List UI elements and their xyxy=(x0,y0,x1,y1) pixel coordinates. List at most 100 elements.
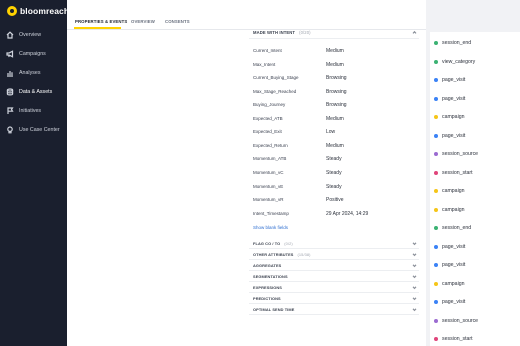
bloomreach-logo[interactable]: bloomreach xyxy=(7,6,69,16)
flag-icon xyxy=(6,106,14,115)
tab-properties-events[interactable]: PROPERTIES & EVENTS xyxy=(75,19,127,24)
list-item[interactable]: session_source xyxy=(430,145,520,163)
made-with-intent-header[interactable]: MADE WITH INTENT (0/20) xyxy=(249,27,419,39)
list-item[interactable]: view_category xyxy=(430,53,520,71)
list-item[interactable]: campaign xyxy=(430,108,520,126)
list-item[interactable]: session_end xyxy=(430,219,520,237)
attribute-row: Momentum_vR Positive xyxy=(253,193,413,206)
attribute-name: Current_Intent xyxy=(253,48,282,53)
chevron-down-icon xyxy=(412,307,417,312)
list-item[interactable]: campaign xyxy=(430,201,520,219)
sidebar-item-initiatives[interactable]: Initiatives xyxy=(0,101,67,120)
event-label: session_start xyxy=(442,336,473,342)
chevron-down-icon xyxy=(412,241,417,246)
attribute-row: Momentum_vC Steady xyxy=(253,166,413,179)
section-title: AGGREGATES xyxy=(253,262,282,268)
section-optimal-send-time[interactable]: OPTIMAL SEND TIME xyxy=(249,304,419,315)
list-item[interactable]: page_visit xyxy=(430,90,520,108)
attribute-value: Medium xyxy=(326,115,344,122)
list-item[interactable]: page_visit xyxy=(430,71,520,89)
sidebar-item-label: Overview xyxy=(19,31,42,38)
sidebar-item-campaigns[interactable]: Campaigns xyxy=(0,44,67,63)
attribute-value: 29 Apr 2024, 14:29 xyxy=(326,210,369,217)
properties-panel: MADE WITH INTENT (0/20) Current_Intent M… xyxy=(249,27,419,346)
section-count: (0/2) xyxy=(284,240,293,246)
attribute-name: Momentum_ATB xyxy=(253,156,287,161)
event-dot-icon xyxy=(434,171,438,175)
list-item[interactable]: page_visit xyxy=(430,238,520,256)
section-other-attributes[interactable]: OTHER ATTRIBUTES (15/38) xyxy=(249,249,419,260)
list-item[interactable]: session_end xyxy=(430,34,520,52)
attribute-name: Max_Stage_Reached xyxy=(253,89,297,94)
attribute-name: Buying_Journey xyxy=(253,102,286,107)
section-expressions[interactable]: EXPRESSIONS xyxy=(249,282,419,293)
list-item[interactable]: session_start xyxy=(430,330,520,346)
list-item[interactable]: session_source xyxy=(430,312,520,330)
event-dot-icon xyxy=(434,282,438,286)
section-title: PREDICTIONS xyxy=(253,295,281,301)
section-predictions[interactable]: PREDICTIONS xyxy=(249,293,419,304)
tab-consents[interactable]: CONSENTS xyxy=(165,19,190,24)
event-label: page_visit xyxy=(442,299,466,305)
attribute-row: Expected_Exit Low xyxy=(253,125,413,138)
section-segmentations[interactable]: SEGMENTATIONS xyxy=(249,271,419,282)
event-label: campaign xyxy=(442,281,465,287)
attribute-value: Positive xyxy=(326,196,344,203)
event-dot-icon xyxy=(434,263,438,267)
sidebar-item-label: Use Case Center xyxy=(19,126,60,133)
event-dot-icon xyxy=(434,134,438,138)
attribute-name: Momentum_vE xyxy=(253,184,284,189)
list-item[interactable]: page_visit xyxy=(430,127,520,145)
event-dot-icon xyxy=(434,208,438,212)
logo-text: bloomreach xyxy=(20,6,70,16)
database-icon xyxy=(6,87,14,96)
sidebar: bloomreach Overview Campaigns Analyses D… xyxy=(0,0,69,346)
attribute-row: Max_Intent Medium xyxy=(253,58,413,71)
chevron-down-icon xyxy=(412,252,417,257)
event-dot-icon xyxy=(434,300,438,304)
event-dot-icon xyxy=(434,226,438,230)
list-item[interactable]: page_visit xyxy=(430,293,520,311)
sidebar-item-data-assets[interactable]: Data & Assets xyxy=(0,82,67,101)
main-content: PROPERTIES & EVENTS OVERVIEW CONSENTS MA… xyxy=(67,0,426,346)
attribute-value: Browsing xyxy=(326,74,347,81)
attribute-name: Momentum_vC xyxy=(253,170,284,175)
section-count: (0/20) xyxy=(299,30,311,35)
event-label: session_source xyxy=(442,151,479,157)
attribute-name: Intent_Timestamp xyxy=(253,211,289,216)
sidebar-item-use-case-center[interactable]: Use Case Center xyxy=(0,120,67,139)
list-item[interactable]: session_start xyxy=(430,164,520,182)
sidebar-item-overview[interactable]: Overview xyxy=(0,25,67,44)
chart-icon xyxy=(6,69,14,77)
section-flag-co-to[interactable]: FLAG CO / TO (0/2) xyxy=(249,238,419,249)
event-label: view_category xyxy=(442,59,476,65)
sidebar-item-label: Analyses xyxy=(19,69,41,76)
event-label: session_end xyxy=(442,40,472,46)
event-label: campaign xyxy=(442,114,465,120)
event-dot-icon xyxy=(434,97,438,101)
section-title: OPTIMAL SEND TIME xyxy=(253,306,295,312)
chevron-down-icon xyxy=(412,263,417,268)
chevron-up-icon xyxy=(412,30,417,35)
event-label: campaign xyxy=(442,188,465,194)
attribute-value: Medium xyxy=(326,142,344,149)
attribute-value: Browsing xyxy=(326,101,347,108)
home-icon xyxy=(6,30,14,39)
logo-mark-icon xyxy=(7,6,17,16)
sidebar-item-analyses[interactable]: Analyses xyxy=(0,63,67,82)
event-dot-icon xyxy=(434,245,438,249)
attribute-row: Expected_Return Medium xyxy=(253,139,413,152)
list-item[interactable]: campaign xyxy=(430,275,520,293)
list-item[interactable]: campaign xyxy=(430,182,520,200)
sidebar-item-label: Initiatives xyxy=(19,107,42,114)
event-label: session_source xyxy=(442,318,479,324)
section-aggregates[interactable]: AGGREGATES xyxy=(249,260,419,271)
attribute-row: Current_Buying_Stage Browsing xyxy=(253,71,413,84)
list-item[interactable]: page_visit xyxy=(430,256,520,274)
attribute-value: Medium xyxy=(326,61,344,68)
chevron-down-icon xyxy=(412,285,417,290)
event-label: session_end xyxy=(442,225,472,231)
tab-overview[interactable]: OVERVIEW xyxy=(131,19,155,24)
tab-bar: PROPERTIES & EVENTS OVERVIEW CONSENTS xyxy=(67,0,426,30)
show-blank-fields-link[interactable]: Show blank fields xyxy=(253,225,288,230)
